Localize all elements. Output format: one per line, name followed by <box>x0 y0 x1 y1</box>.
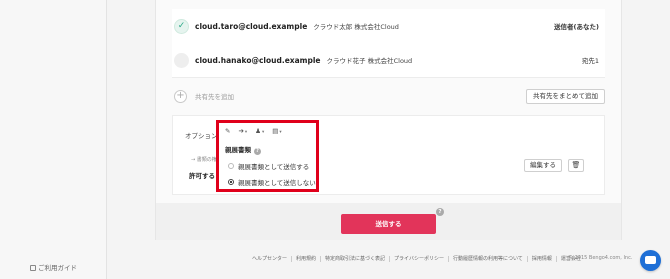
send-area: 送信する ? <box>155 203 622 240</box>
guide-link[interactable]: ご利用ガイド <box>0 262 107 272</box>
recipient-row: ✓ cloud.taro@cloud.example クラウド太郎 株式会社Cl… <box>172 9 605 44</box>
radio-button[interactable] <box>228 163 234 169</box>
footer-link[interactable]: 利用規約 <box>296 255 316 262</box>
recipient-role: 宛先1 <box>581 57 599 65</box>
options-label: オプション <box>185 132 218 140</box>
arrow-icon[interactable]: ➔▾ <box>238 127 247 135</box>
footer-link[interactable]: プライバシーポリシー <box>394 255 444 262</box>
book-icon <box>30 265 36 271</box>
pen-icon[interactable]: ✎ <box>225 127 230 135</box>
add-recipient-row: + 共有先を追加 共有先をまとめて追加 <box>172 85 605 107</box>
footer-link[interactable]: 行動履歴情報の利用等について <box>453 255 523 262</box>
recipient-name-company: クラウド太郎 株式会社Cloud <box>313 23 399 31</box>
add-recipient-link[interactable]: 共有先を追加 <box>195 91 234 101</box>
footer-link[interactable]: ヘルプセンター <box>252 255 287 262</box>
copyright: © 2015 Bengo4.com, Inc. <box>568 255 633 261</box>
document-icon[interactable]: ▤▾ <box>272 127 281 135</box>
check-icon: ✓ <box>174 18 189 34</box>
radio-button-selected[interactable] <box>228 179 234 185</box>
pending-avatar-icon <box>174 52 189 68</box>
footer-link[interactable]: 特定商取引法に基づく表記 <box>325 255 385 262</box>
sidebar: ご利用ガイド <box>0 0 107 279</box>
recipient-email: cloud.hanako@cloud.example <box>195 55 321 65</box>
stamp-icon[interactable]: ♟▾ <box>255 127 264 135</box>
trash-icon[interactable]: 🗑 <box>568 159 584 172</box>
help-icon[interactable]: ? <box>436 208 444 216</box>
recipient-name-company: クラウド花子 株式会社Cloud <box>326 57 413 65</box>
edit-button[interactable]: 編集する <box>524 159 562 172</box>
confidential-popup: ✎ ➔▾ ♟▾ ▤▾ 親展書類? 親展書類として送信する 親展書類として送信しな… <box>216 120 319 192</box>
chat-icon[interactable] <box>640 250 661 271</box>
radio-send-confidential[interactable]: 親展書類として送信する <box>228 161 309 171</box>
recipient-row: cloud.hanako@cloud.example クラウド花子 株式会社Cl… <box>172 43 605 78</box>
popup-toolbar: ✎ ➔▾ ♟▾ ▤▾ <box>225 127 282 135</box>
footer-links: ヘルプセンター 利用規約 特定商取引法に基づく表記 プライバシーポリシー 行動履… <box>252 255 581 262</box>
footer-link[interactable]: 採用情報 <box>532 255 552 262</box>
add-bulk-button[interactable]: 共有先をまとめて追加 <box>526 88 605 104</box>
popup-title: 親展書類? <box>225 144 261 155</box>
send-button[interactable]: 送信する <box>341 214 436 234</box>
help-icon[interactable]: ? <box>254 148 261 155</box>
permission-value: 許可する <box>189 172 215 180</box>
plus-icon[interactable]: + <box>174 89 187 103</box>
recipient-role: 送信者(あなた) <box>554 23 599 31</box>
recipient-email: cloud.taro@cloud.example <box>195 21 308 31</box>
radio-send-not-confidential[interactable]: 親展書類として送信しない <box>228 177 316 187</box>
